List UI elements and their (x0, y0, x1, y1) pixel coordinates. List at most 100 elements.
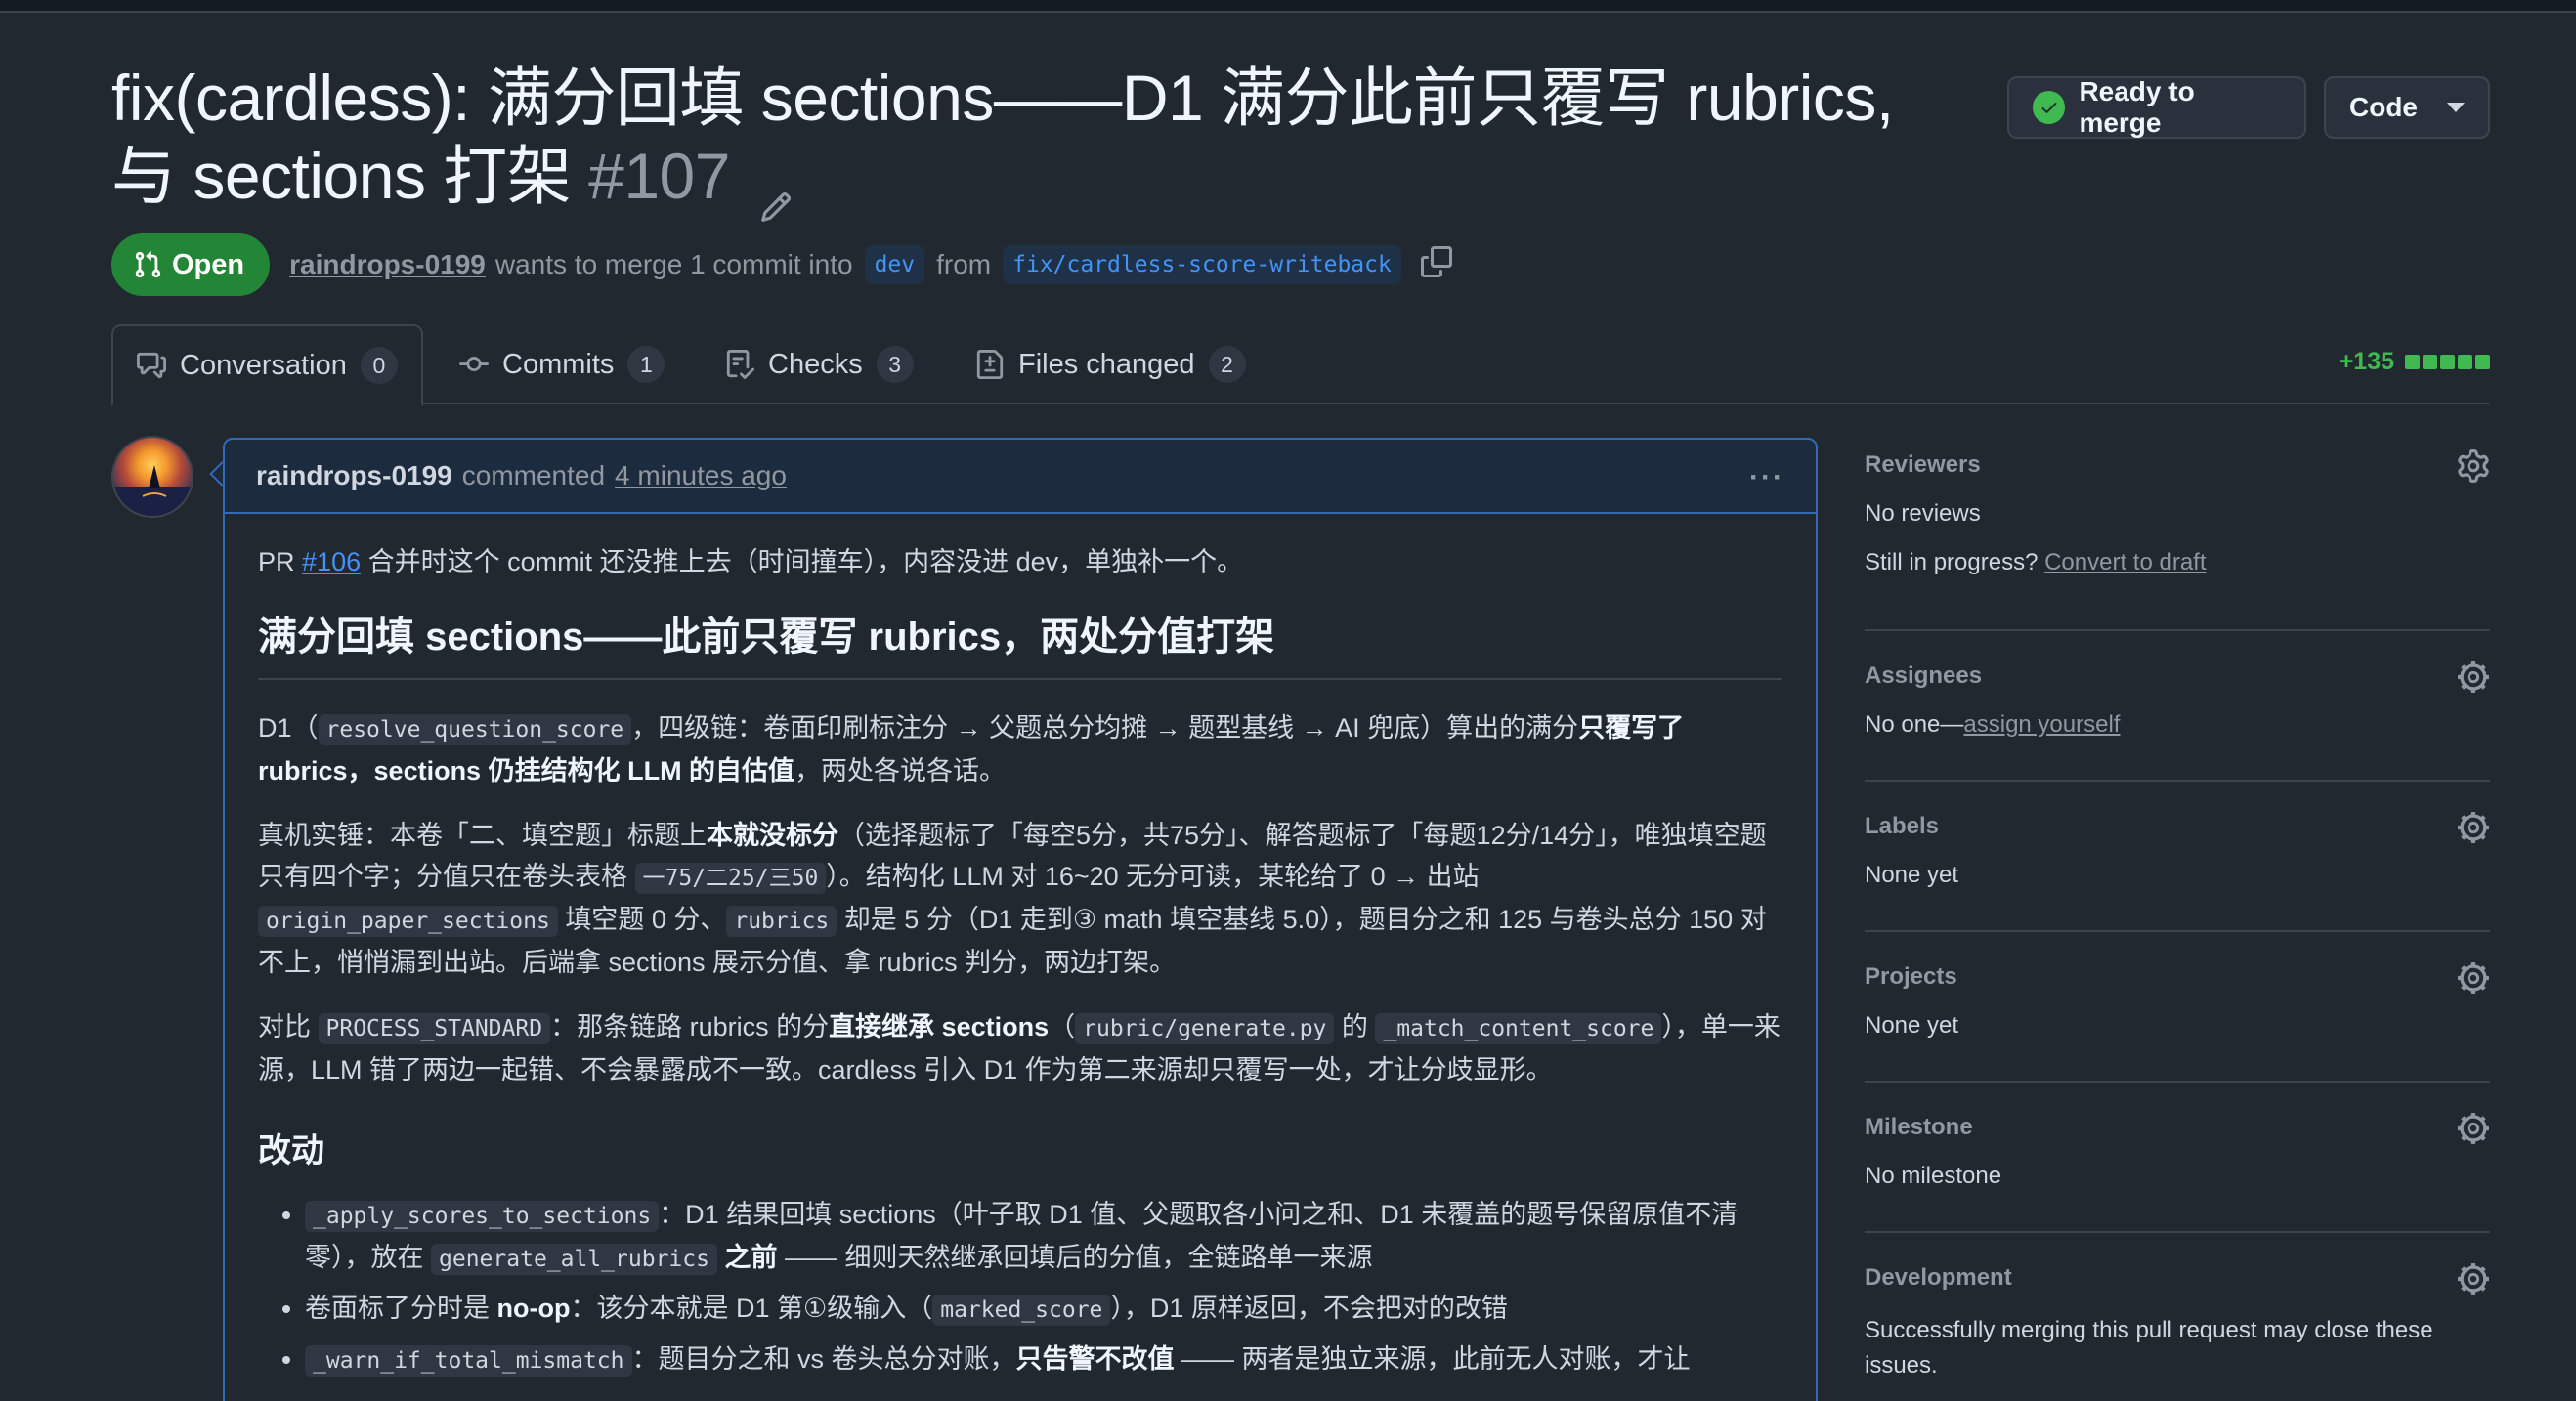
diffstat-block (2440, 355, 2455, 369)
sidebar-development-title[interactable]: Development (1865, 1264, 2490, 1292)
sidebar-reviewers-value: No reviews (1865, 500, 1981, 527)
sidebar-assignees-title[interactable]: Assignees (1865, 662, 2490, 690)
inline-code: rubric/generate.py (1075, 1013, 1335, 1044)
ready-to-merge-button[interactable]: Ready to merge (2007, 76, 2306, 139)
inline-code: rubrics (726, 906, 837, 937)
base-branch[interactable]: dev (864, 245, 925, 284)
change-list: _apply_scores_to_sections：D1 结果回填 sectio… (258, 1194, 1782, 1381)
inline-code: marked_score (932, 1295, 1111, 1326)
diffstat-block (2475, 355, 2490, 369)
tab-commits-count: 1 (627, 346, 665, 383)
author-link[interactable]: raindrops-0199 (289, 249, 486, 280)
text: 真机实锤：本卷「二、填空题」标题上 (258, 821, 707, 850)
inline-code: generate_all_rubrics (431, 1244, 717, 1275)
code-dropdown-button[interactable]: Code (2324, 76, 2490, 139)
tab-commits[interactable]: Commits 1 (459, 324, 665, 404)
sidebar-milestone-title[interactable]: Milestone (1865, 1114, 2490, 1141)
tab-conversation-count: 0 (360, 347, 398, 384)
text: 合并时这个 commit 还没推上去（时间撞车），内容没进 dev，单独补一个。 (367, 547, 1244, 576)
diffstat-block (2423, 355, 2437, 369)
comment-time[interactable]: 4 minutes ago (615, 460, 787, 491)
text: ：该分本就是 D1 第①级输入（ (570, 1294, 933, 1323)
pr-sidebar: Reviewers No reviews Still in progress? … (1865, 440, 2490, 1383)
tab-files-changed[interactable]: Files changed 2 (975, 324, 1246, 404)
convert-to-draft-link[interactable]: Convert to draft (2044, 549, 2206, 575)
tab-files-changed-count: 2 (1208, 346, 1246, 383)
kebab-menu-icon[interactable]: ··· (1749, 461, 1784, 494)
inline-code: 一75/二25/三50 (634, 863, 827, 894)
bold-text: 直接继承 sections (829, 1012, 1050, 1041)
sidebar-draft-hint: Still in progress? Convert to draft (1865, 549, 2490, 576)
gear-icon (2458, 962, 2489, 994)
inline-code: _apply_scores_to_sections (305, 1201, 660, 1232)
tab-conversation-label: Conversation (180, 349, 347, 381)
text: 卷面标了分时是 (305, 1294, 490, 1323)
from-text: from (936, 249, 992, 279)
sidebar-projects: Projects None yet (1865, 932, 2490, 1083)
code-label: Code (2349, 92, 2418, 122)
text: —— 细则天然继承回填后的分值，全链路单一来源 (785, 1243, 1373, 1272)
tab-checks[interactable]: Checks 3 (725, 324, 914, 404)
inline-code: PROCESS_STANDARD (318, 1013, 551, 1044)
text: （ (1049, 1012, 1076, 1041)
sidebar-reviewers-title[interactable]: Reviewers (1865, 451, 2490, 479)
text: No one— (1865, 711, 1964, 738)
sidebar-milestone: Milestone No milestone (1865, 1083, 2490, 1233)
pr-title: fix(cardless): 满分回填 sections——D1 满分此前只覆写… (111, 59, 1900, 222)
status-badge-label: Open (172, 248, 245, 280)
list-item: 卷面标了分时是 no-op：该分本就是 D1 第①级输入（marked_scor… (305, 1288, 1782, 1331)
comment-body: PR #106 合并时这个 commit 还没推上去（时间撞车），内容没进 de… (225, 541, 1816, 1381)
bold-text: 本就没标分 (707, 821, 838, 850)
sidebar-reviewers: Reviewers No reviews Still in progress? … (1865, 440, 2490, 631)
text: ：题目分之和 vs 卷头总分对账， (631, 1344, 1016, 1374)
gear-icon (2458, 1113, 2489, 1144)
text: D1（ (258, 713, 319, 743)
file-diff-icon (976, 350, 1004, 379)
sidebar-labels-value: None yet (1865, 862, 1959, 888)
wants-merge-text: wants to merge 1 commit into (494, 249, 853, 279)
text: PR (258, 547, 295, 576)
comment-author[interactable]: raindrops-0199 (256, 460, 452, 491)
comment-paragraph: 真机实锤：本卷「二、填空题」标题上本就没标分（选择题标了「每空5分，共75分」、… (258, 815, 1782, 983)
copy-icon[interactable] (1420, 245, 1452, 284)
top-border (0, 0, 2576, 13)
pencil-icon[interactable] (759, 162, 798, 222)
git-pull-request-icon (135, 251, 161, 278)
avatar[interactable] (111, 436, 193, 518)
sidebar-assignees-value: No one—assign yourself (1865, 711, 2490, 739)
section-heading: 满分回填 sections——此前只覆写 rubrics，两处分值打架 (258, 610, 1782, 680)
text: —— 两者是独立来源，此前无人对账，才让 (1181, 1344, 1691, 1374)
section-heading: 改动 (258, 1132, 324, 1169)
tab-checks-count: 3 (876, 346, 914, 383)
assign-yourself-link[interactable]: assign yourself (1963, 711, 2120, 738)
comment-paragraph: PR #106 合并时这个 commit 还没推上去（时间撞车），内容没进 de… (258, 541, 1782, 582)
tab-conversation[interactable]: Conversation 0 (111, 324, 423, 406)
inline-code: origin_paper_sections (258, 906, 558, 937)
list-item: _warn_if_total_mismatch：题目分之和 vs 卷头总分对账，… (305, 1338, 1782, 1381)
text: ，两处各说各话。 (794, 756, 1007, 785)
conversation-icon (137, 352, 166, 379)
pr-tabs: Conversation 0 Commits 1 Checks 3 Files … (111, 324, 2490, 406)
status-badge: Open (111, 234, 271, 296)
sidebar-projects-title[interactable]: Projects (1865, 963, 2490, 991)
text: ：那条链路 rubrics 的分 (550, 1012, 830, 1041)
text: Still in progress? (1865, 549, 2039, 575)
text: 的 (1341, 1012, 1368, 1041)
tab-files-changed-label: Files changed (1018, 348, 1195, 380)
pr-state-row: Open raindrops-0199 wants to merge 1 com… (111, 233, 1452, 297)
inline-code: resolve_question_score (318, 714, 632, 745)
diffstat: +135 (2340, 348, 2490, 376)
sidebar-development-value: Successfully merging this pull request m… (1865, 1317, 2433, 1379)
text: ），D1 原样返回，不会把对的改错 (1110, 1294, 1508, 1323)
inline-code: _warn_if_total_mismatch (305, 1345, 632, 1377)
comment-header: raindrops-0199 commented 4 minutes ago ·… (225, 440, 1816, 514)
sidebar-milestone-value: No milestone (1865, 1163, 2002, 1189)
sidebar-labels-title[interactable]: Labels (1865, 813, 2490, 840)
chevron-down-icon (2447, 103, 2465, 112)
ready-to-merge-label: Ready to merge (2079, 76, 2195, 138)
head-branch[interactable]: fix/cardless-score-writeback (1003, 245, 1401, 284)
gear-icon (2458, 661, 2489, 693)
commit-icon (459, 357, 489, 372)
pr-106-link[interactable]: #106 (302, 547, 361, 576)
tab-commits-label: Commits (502, 348, 615, 380)
